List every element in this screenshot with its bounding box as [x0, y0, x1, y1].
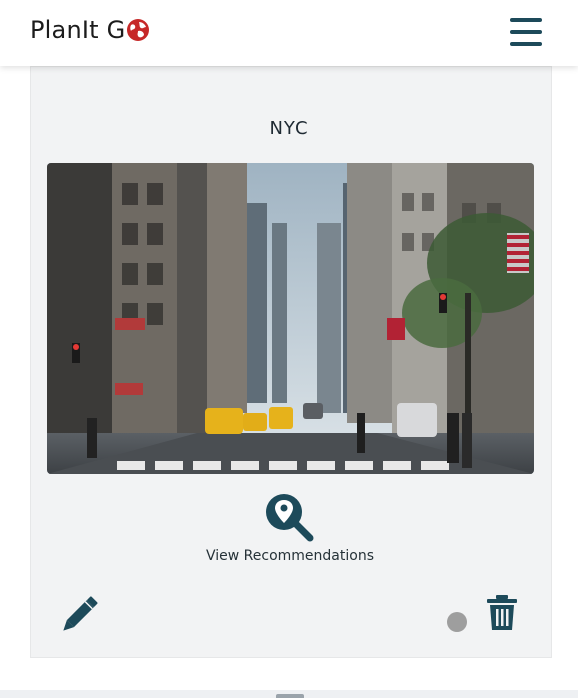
- top-navbar: PlanIt G: [0, 0, 578, 66]
- scroll-handle[interactable]: [276, 694, 304, 698]
- destination-title: NYC: [269, 118, 309, 139]
- hamburger-menu-button[interactable]: [510, 18, 544, 46]
- view-recommendations-button[interactable]: [264, 492, 316, 542]
- hamburger-line: [510, 42, 542, 46]
- globe-icon: [127, 19, 150, 41]
- destination-photo: [47, 163, 534, 474]
- brand-text: PlanIt G: [30, 16, 126, 44]
- delete-button[interactable]: [485, 594, 519, 632]
- view-recommendations-label[interactable]: View Recommendations: [190, 548, 390, 564]
- edit-button[interactable]: [60, 594, 102, 632]
- hamburger-line: [510, 30, 542, 34]
- pencil-icon: [63, 596, 98, 631]
- trash-icon: [487, 595, 517, 630]
- search-location-icon: [266, 494, 314, 542]
- status-indicator-dot: [447, 612, 467, 632]
- brand-logo[interactable]: PlanIt G: [30, 16, 150, 44]
- hamburger-menu-icon: [510, 18, 542, 22]
